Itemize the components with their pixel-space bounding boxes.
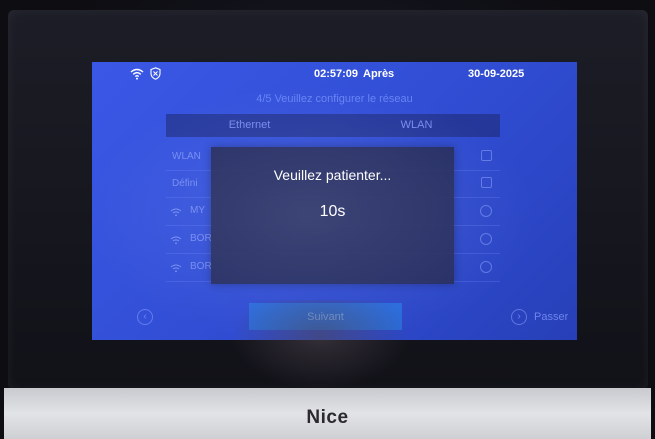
brand-logo: Nice [306,407,349,428]
chevron-left-icon[interactable]: ‹ [137,309,153,325]
wlan-checkbox[interactable] [481,150,492,161]
touch-screen: 02:57:09 Après 30-09-2025 4/5 Veuillez c… [92,62,577,340]
wifi-lock-icon [170,208,182,217]
dialog-title: Veuillez patienter... [273,167,392,183]
info-icon[interactable] [480,205,492,217]
next-button[interactable]: Suivant [249,303,402,330]
skip-button[interactable]: Passer [534,311,568,323]
network-name: MY [190,205,205,216]
info-icon[interactable] [480,261,492,273]
row-label: WLAN [172,151,201,162]
status-bar: 02:57:09 Après 30-09-2025 [92,62,577,88]
clock-date: 30-09-2025 [468,68,525,80]
tab-ethernet[interactable]: Ethernet [166,114,333,137]
countdown-timer: 10s [319,203,346,220]
clock-time: 02:57:09 [314,68,359,80]
chevron-right-icon[interactable]: › [511,309,527,325]
row-label: Défini [172,178,198,189]
clock-period: Après [363,68,395,80]
wifi-icon [130,68,144,80]
network-tabs: Ethernet WLAN [166,114,500,137]
shield-icon [150,67,161,80]
network-name: BOR [190,233,212,244]
waiting-dialog: Veuillez patienter... 10s [211,147,454,284]
tab-wlan[interactable]: WLAN [333,114,500,137]
page-title: 4/5 Veuillez configurer le réseau [256,93,413,105]
info-icon[interactable] [480,233,492,245]
wifi-lock-icon [170,264,182,273]
wifi-lock-icon [170,236,182,245]
network-name: BOR [190,261,212,272]
custom-network-checkbox[interactable] [481,177,492,188]
